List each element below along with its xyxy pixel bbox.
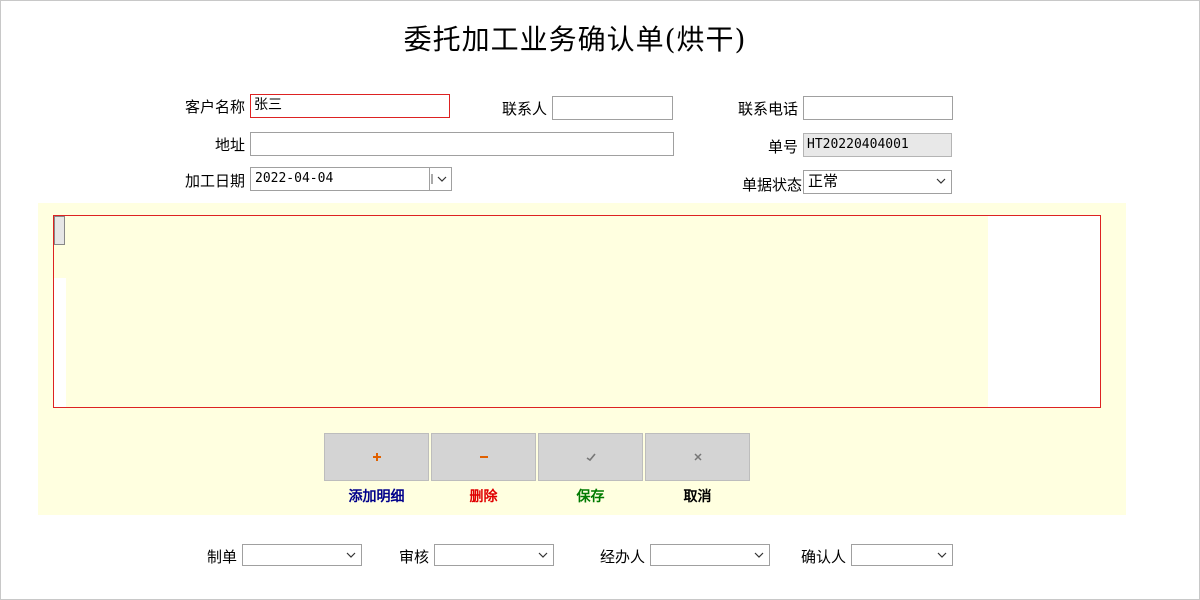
processing-date-picker[interactable]: 2022-04-04	[250, 167, 452, 191]
detail-grid[interactable]	[53, 215, 1101, 408]
plus-icon	[372, 453, 381, 461]
check-icon	[586, 453, 596, 462]
status-value: 正常	[808, 172, 839, 190]
status-select[interactable]: 正常	[803, 170, 952, 194]
auditor-select[interactable]	[434, 544, 554, 566]
close-icon	[693, 453, 702, 461]
phone-input[interactable]	[803, 96, 953, 120]
auditor-label: 审核	[398, 548, 429, 566]
customer-label: 客户名称	[184, 98, 245, 116]
minus-icon	[479, 456, 488, 458]
grid-empty-area	[988, 216, 1100, 407]
address-label: 地址	[214, 136, 245, 154]
cancel-button[interactable]	[645, 433, 750, 481]
calendar-dropdown-button[interactable]	[429, 168, 451, 190]
confirmer-select[interactable]	[851, 544, 953, 566]
chevron-down-icon	[538, 552, 548, 558]
add-detail-label: 添加明细	[348, 489, 405, 505]
contact-input[interactable]	[552, 96, 673, 120]
handler-select[interactable]	[650, 544, 770, 566]
save-label: 保存	[576, 489, 605, 505]
maker-label: 制单	[206, 548, 237, 566]
page-title: 委托加工业务确认单(烘干)	[403, 23, 747, 56]
order-no-field: HT20220404001	[803, 133, 952, 157]
add-detail-button[interactable]	[324, 433, 429, 481]
chevron-down-icon	[936, 178, 946, 184]
cancel-label: 取消	[683, 489, 712, 505]
customer-name-input[interactable]: 张三	[250, 94, 450, 118]
chevron-down-icon	[754, 552, 764, 558]
status-label: 单据状态	[741, 176, 802, 194]
save-button[interactable]	[538, 433, 643, 481]
grid-row-header[interactable]	[54, 216, 65, 245]
phone-label: 联系电话	[737, 100, 798, 118]
confirmer-label: 确认人	[800, 548, 846, 566]
chevron-down-icon	[937, 552, 947, 558]
order-no-label: 单号	[767, 138, 798, 156]
delete-label: 删除	[469, 489, 498, 505]
maker-select[interactable]	[242, 544, 362, 566]
date-label: 加工日期	[184, 172, 245, 190]
contact-label: 联系人	[501, 100, 547, 118]
date-value: 2022-04-04	[255, 171, 334, 186]
address-input[interactable]	[250, 132, 674, 156]
chevron-down-icon	[346, 552, 356, 558]
handler-label: 经办人	[599, 548, 645, 566]
delete-button[interactable]	[431, 433, 536, 481]
chevron-down-icon	[431, 174, 447, 184]
grid-row-header-gutter	[54, 278, 66, 407]
